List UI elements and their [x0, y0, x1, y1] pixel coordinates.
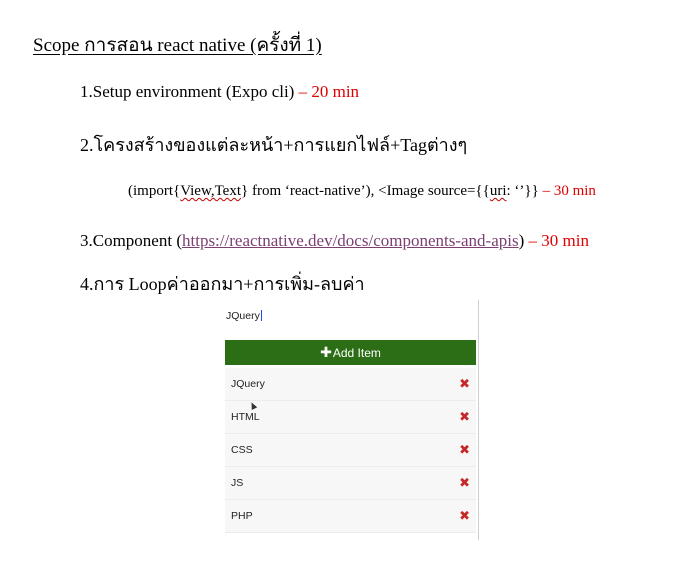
- detail-mid: } from ‘react-native’), <Image source={{: [241, 183, 490, 199]
- component-post: ): [518, 231, 529, 250]
- scope-item-structure: 2.โครงสร้างของแต่ละหน้า+การแยกไฟล์+Tagต่…: [80, 130, 467, 159]
- item-input-value: JQuery: [226, 310, 260, 322]
- component-time: – 30 min: [528, 231, 589, 250]
- component-pre: 3.Component (: [80, 231, 182, 250]
- list-item-label: JQuery: [231, 378, 265, 390]
- close-icon[interactable]: ✖: [459, 376, 470, 392]
- screenshot-border: [478, 300, 479, 540]
- list-item-label: PHP: [231, 510, 253, 522]
- close-icon[interactable]: ✖: [459, 409, 470, 425]
- list-item: JS ✖: [225, 467, 476, 500]
- detail-pre: (import{: [128, 183, 181, 199]
- plus-icon: ✚: [320, 344, 332, 360]
- detail-time: – 30 min: [542, 183, 596, 199]
- scope-item-loop: 4.การ Loopค่าออกมา+การเพิ่ม-ลบค่า: [80, 269, 365, 298]
- list-item: PHP ✖: [225, 500, 476, 533]
- scope-item-setup-time: – 20 min: [298, 82, 360, 101]
- scope-item-structure-text: 2.โครงสร้างของแต่ละหน้า+การแยกไฟล์+Tagต่…: [80, 135, 468, 155]
- scope-item-setup-text: 1.Setup environment (Expo cli): [80, 82, 299, 101]
- close-icon[interactable]: ✖: [459, 475, 470, 491]
- text-caret: [260, 310, 262, 321]
- close-icon[interactable]: ✖: [459, 442, 470, 458]
- component-docs-link[interactable]: https://reactnative.dev/docs/components-…: [182, 231, 519, 250]
- detail-view-text: View,Text: [180, 183, 242, 199]
- list-item: CSS ✖: [225, 434, 476, 467]
- item-input[interactable]: JQuery: [226, 310, 262, 322]
- detail-post: : ‘’}}: [506, 183, 543, 199]
- document-title: Scope การสอน react native (ครั้งที่ 1): [33, 35, 322, 56]
- close-icon[interactable]: ✖: [459, 508, 470, 524]
- detail-uri: uri: [489, 183, 507, 199]
- add-item-button[interactable]: ✚ Add Item: [225, 340, 476, 365]
- item-list: JQuery ✖ HTML ✖ CSS ✖ JS ✖ PHP ✖: [225, 368, 476, 533]
- scope-item-loop-text: 4.การ Loopค่าออกมา+การเพิ่ม-ลบค่า: [80, 274, 365, 294]
- scope-item-structure-detail: (import{View,Text} from ‘react-native’),…: [128, 183, 596, 200]
- add-item-label: Add Item: [332, 345, 381, 360]
- list-item-label: HTML: [231, 411, 260, 423]
- list-item-label: JS: [231, 477, 244, 489]
- list-item: JQuery ✖: [225, 368, 476, 401]
- list-item: HTML ✖: [225, 401, 476, 434]
- list-item-label: CSS: [231, 444, 253, 456]
- app-screenshot: JQuery ✚ Add Item JQuery ✖ HTML ✖ CSS ✖ J…: [224, 300, 479, 540]
- scope-item-component: 3.Component (https://reactnative.dev/doc…: [80, 231, 589, 251]
- scope-item-setup: 1.Setup environment (Expo cli) – 20 min: [80, 82, 359, 102]
